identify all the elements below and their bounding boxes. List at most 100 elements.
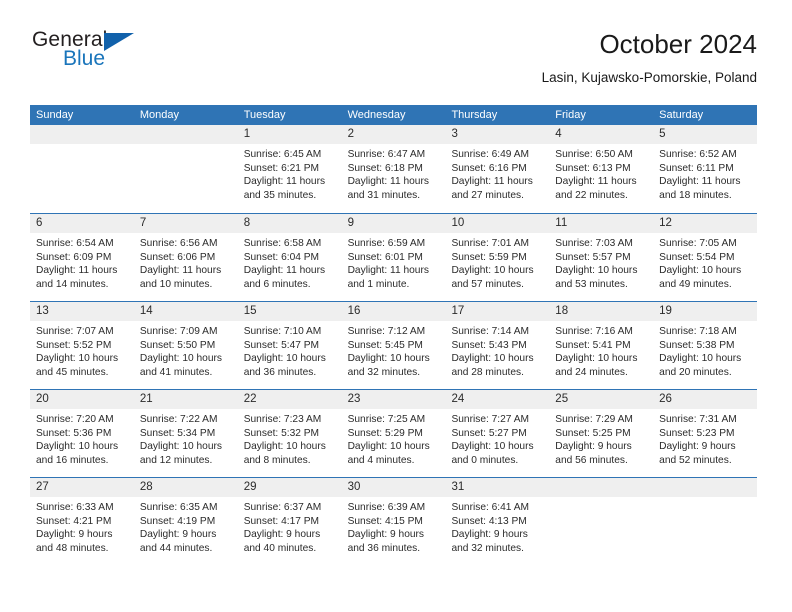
day-number: 19 [653, 302, 758, 321]
day-sunrise-text: Sunrise: 7:27 AM [451, 414, 530, 425]
day-daylight2-text: and 8 minutes. [243, 454, 311, 466]
calendar-day-cell[interactable]: 11 Sunrise: 7:03 AM Sunset: 5:57 PM Dayligh… [549, 214, 654, 301]
day-number: 25 [549, 390, 654, 409]
day-sun-info: Sunrise: 7:12 AM Sunset: 5:45 PM Daylight:… [342, 321, 446, 379]
calendar-day-empty [133, 125, 238, 213]
day-number: 23 [341, 390, 446, 409]
calendar-day-cell[interactable]: 19 Sunrise: 7:18 AM Sunset: 5:38 PM Dayligh… [653, 302, 758, 389]
calendar-day-cell[interactable]: 17 Sunrise: 7:14 AM Sunset: 5:43 PM Dayligh… [445, 302, 550, 389]
day-daylight2-text: and 28 minutes. [451, 366, 524, 378]
day-sun-info: Sunrise: 7:14 AM Sunset: 5:43 PM Daylight:… [445, 321, 549, 379]
day-number: 21 [133, 390, 238, 409]
calendar-day-cell[interactable]: 22 Sunrise: 7:23 AM Sunset: 5:32 PM Dayligh… [237, 390, 342, 477]
day-daylight2-text: and 14 minutes. [36, 278, 109, 290]
day-number [133, 125, 238, 144]
day-sun-info: Sunrise: 6:37 AM Sunset: 4:17 PM Daylight:… [238, 497, 342, 555]
calendar-day-cell[interactable]: 14 Sunrise: 7:09 AM Sunset: 5:50 PM Dayligh… [133, 302, 238, 389]
day-number: 2 [341, 125, 446, 144]
day-sunrise-text: Sunrise: 6:33 AM [36, 502, 114, 513]
day-sun-info: Sunrise: 6:35 AM Sunset: 4:19 PM Daylight:… [134, 497, 238, 555]
calendar-day-cell[interactable]: 30 Sunrise: 6:39 AM Sunset: 4:15 PM Dayligh… [341, 478, 446, 565]
day-sun-info: Sunrise: 7:03 AM Sunset: 5:57 PM Daylight:… [549, 233, 653, 291]
page-subtitle: Lasin, Kujawsko-Pomorskie, Poland [541, 70, 757, 85]
day-daylight2-text: and 36 minutes. [243, 366, 317, 378]
day-sunset-text: Sunset: 6:11 PM [659, 162, 734, 174]
day-number: 24 [445, 390, 550, 409]
calendar-day-cell[interactable]: 23 Sunrise: 7:25 AM Sunset: 5:29 PM Dayligh… [341, 390, 446, 477]
day-daylight1-text: Daylight: 10 hours [555, 353, 638, 365]
day-daylight1-text: Daylight: 10 hours [243, 353, 326, 365]
calendar-day-cell[interactable]: 21 Sunrise: 7:22 AM Sunset: 5:34 PM Dayligh… [133, 390, 238, 477]
day-sun-info: Sunrise: 6:33 AM Sunset: 4:21 PM Daylight:… [30, 497, 134, 555]
day-sunrise-text: Sunrise: 7:16 AM [555, 326, 633, 337]
day-number: 31 [445, 478, 550, 497]
day-sunset-text: Sunset: 5:38 PM [659, 339, 735, 351]
day-daylight2-text: and 4 minutes. [347, 454, 415, 466]
calendar-day-cell[interactable]: 16 Sunrise: 7:12 AM Sunset: 5:45 PM Dayligh… [341, 302, 446, 389]
calendar-day-empty [653, 478, 758, 565]
day-sunrise-text: Sunrise: 7:22 AM [139, 414, 218, 425]
calendar-day-cell[interactable]: 6 Sunrise: 6:54 AM Sunset: 6:09 PM Daylight… [30, 214, 134, 301]
calendar-day-cell[interactable]: 28 Sunrise: 6:35 AM Sunset: 4:19 PM Dayligh… [133, 478, 238, 565]
day-sunrise-text: Sunrise: 6:58 AM [243, 238, 322, 249]
day-daylight2-text: and 35 minutes. [243, 189, 317, 201]
day-number: 28 [133, 478, 238, 497]
day-daylight2-text: and 52 minutes. [659, 454, 732, 466]
brand-logo[interactable]: General Blue [30, 28, 290, 88]
calendar-day-cell[interactable]: 20 Sunrise: 7:20 AM Sunset: 5:36 PM Dayligh… [30, 390, 134, 477]
day-number: 7 [133, 214, 238, 233]
calendar-day-cell[interactable]: 26 Sunrise: 7:31 AM Sunset: 5:23 PM Dayligh… [653, 390, 758, 477]
day-daylight1-text: Daylight: 10 hours [347, 353, 430, 365]
day-daylight2-text: and 36 minutes. [347, 542, 421, 554]
day-daylight2-text: and 10 minutes. [139, 278, 213, 290]
calendar-day-cell[interactable]: 15 Sunrise: 7:10 AM Sunset: 5:47 PM Dayligh… [237, 302, 342, 389]
calendar-day-cell[interactable]: 18 Sunrise: 7:16 AM Sunset: 5:41 PM Dayligh… [549, 302, 654, 389]
day-sunrise-text: Sunrise: 7:23 AM [243, 414, 322, 425]
weekday-header-row: Sunday Monday Tuesday Wednesday Thursday… [30, 105, 757, 125]
day-number: 1 [237, 125, 342, 144]
day-sunset-text: Sunset: 5:52 PM [36, 339, 112, 351]
calendar-day-cell[interactable]: 9 Sunrise: 6:59 AM Sunset: 6:01 PM Daylight… [341, 214, 446, 301]
calendar-day-cell[interactable]: 29 Sunrise: 6:37 AM Sunset: 4:17 PM Dayligh… [237, 478, 342, 565]
calendar-day-cell[interactable]: 31 Sunrise: 6:41 AM Sunset: 4:13 PM Dayligh… [445, 478, 550, 565]
calendar-day-cell[interactable]: 13 Sunrise: 7:07 AM Sunset: 5:52 PM Dayligh… [30, 302, 134, 389]
calendar-day-cell[interactable]: 5 Sunrise: 6:52 AM Sunset: 6:11 PM Daylight… [653, 125, 758, 213]
calendar-day-cell[interactable]: 10 Sunrise: 7:01 AM Sunset: 5:59 PM Dayligh… [445, 214, 550, 301]
day-number: 18 [549, 302, 654, 321]
day-sunset-text: Sunset: 5:25 PM [555, 427, 631, 439]
weekday-monday: Monday [139, 109, 179, 121]
day-number: 22 [237, 390, 342, 409]
calendar-day-cell[interactable]: 12 Sunrise: 7:05 AM Sunset: 5:54 PM Dayligh… [653, 214, 758, 301]
day-sun-info: Sunrise: 6:50 AM Sunset: 6:13 PM Daylight:… [549, 144, 653, 202]
day-number: 17 [445, 302, 550, 321]
calendar-day-cell[interactable]: 24 Sunrise: 7:27 AM Sunset: 5:27 PM Dayligh… [445, 390, 550, 477]
day-daylight2-text: and 20 minutes. [659, 366, 732, 378]
day-sunset-text: Sunset: 6:04 PM [243, 251, 320, 263]
day-sunrise-text: Sunrise: 6:35 AM [139, 502, 218, 513]
day-daylight2-text: and 44 minutes. [139, 542, 213, 554]
day-daylight1-text: Daylight: 10 hours [139, 441, 222, 453]
day-sun-info: Sunrise: 7:01 AM Sunset: 5:59 PM Daylight:… [445, 233, 549, 291]
day-sunset-text: Sunset: 4:17 PM [243, 515, 320, 527]
calendar-day-cell[interactable]: 25 Sunrise: 7:29 AM Sunset: 5:25 PM Dayligh… [549, 390, 654, 477]
day-daylight2-text: and 48 minutes. [36, 542, 109, 554]
day-daylight1-text: Daylight: 10 hours [555, 265, 638, 277]
calendar-day-cell[interactable]: 4 Sunrise: 6:50 AM Sunset: 6:13 PM Daylight… [549, 125, 654, 213]
day-sun-info: Sunrise: 7:10 AM Sunset: 5:47 PM Daylight:… [238, 321, 342, 379]
calendar-day-cell[interactable]: 7 Sunrise: 6:56 AM Sunset: 6:06 PM Daylight… [133, 214, 238, 301]
day-daylight1-text: Daylight: 11 hours [36, 265, 118, 277]
calendar-day-cell[interactable]: 27 Sunrise: 6:33 AM Sunset: 4:21 PM Dayligh… [30, 478, 134, 565]
day-sunset-text: Sunset: 5:45 PM [347, 339, 423, 351]
day-sunset-text: Sunset: 6:06 PM [139, 251, 216, 263]
calendar-day-cell[interactable]: 3 Sunrise: 6:49 AM Sunset: 6:16 PM Daylight… [445, 125, 550, 213]
day-sunrise-text: Sunrise: 7:29 AM [555, 414, 633, 425]
day-number: 30 [341, 478, 446, 497]
day-sunset-text: Sunset: 5:36 PM [36, 427, 112, 439]
calendar-day-cell[interactable]: 2 Sunrise: 6:47 AM Sunset: 6:18 PM Daylight… [341, 125, 446, 213]
calendar-day-cell[interactable]: 8 Sunrise: 6:58 AM Sunset: 6:04 PM Daylight… [237, 214, 342, 301]
calendar-day-cell[interactable]: 1 Sunrise: 6:45 AM Sunset: 6:21 PM Daylight… [237, 125, 342, 213]
day-sun-info: Sunrise: 6:41 AM Sunset: 4:13 PM Daylight:… [445, 497, 549, 555]
day-sun-info: Sunrise: 6:58 AM Sunset: 6:04 PM Daylight:… [238, 233, 342, 291]
day-number: 11 [549, 214, 654, 233]
day-daylight1-text: Daylight: 11 hours [659, 176, 741, 188]
